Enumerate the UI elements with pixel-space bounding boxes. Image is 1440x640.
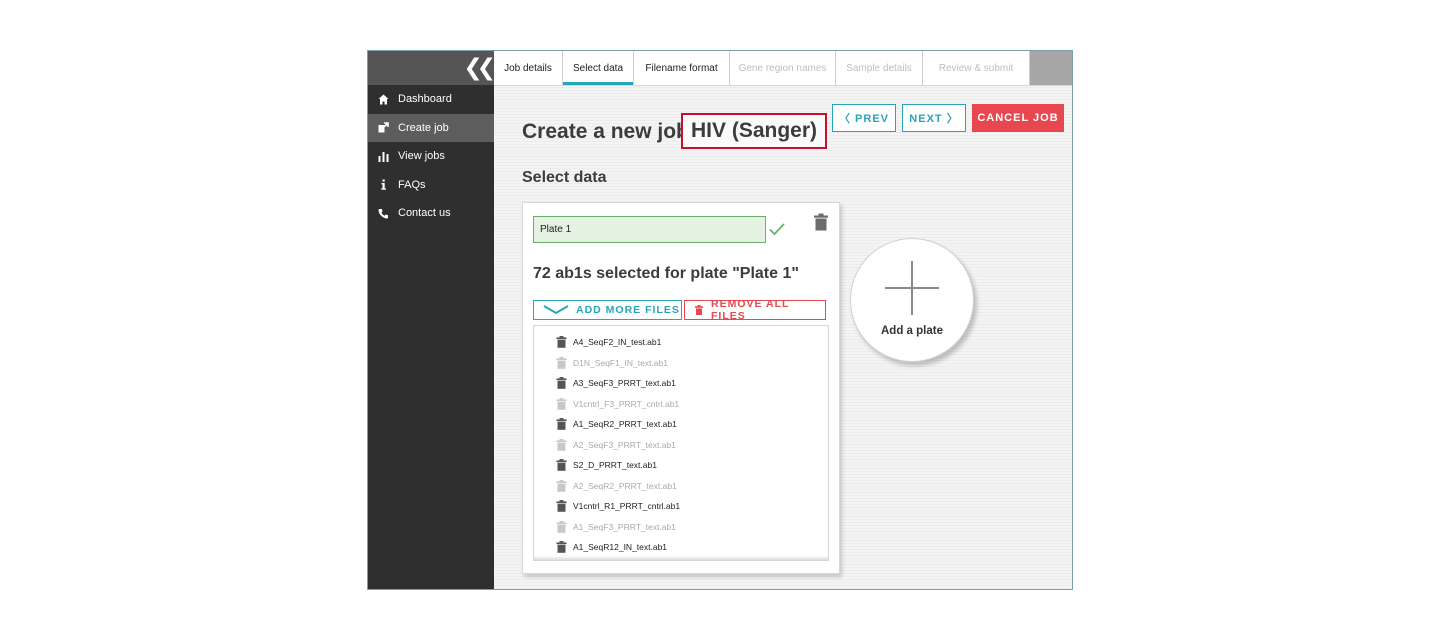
create-job-icon [377, 122, 389, 134]
file-name: A4_SeqF2_IN_test.ab1 [573, 337, 662, 347]
prev-button[interactable]: 〈 PREV [832, 104, 896, 132]
file-list-item: V1cntrl_F3_PRRT_cntrl.ab1 [556, 396, 679, 412]
sidebar-nav: Dashboard Create job View jobs FAQs Cont… [368, 85, 494, 228]
add-plate-label: Add a plate [881, 325, 943, 337]
home-icon [377, 93, 389, 105]
tab-select-data[interactable]: Select data [563, 51, 634, 85]
tab-label: Filename format [645, 62, 718, 74]
plate-card: 72 ab1s selected for plate "Plate 1" ADD… [522, 202, 840, 574]
file-list-item: D1N_SeqF1_IN_text.ab1 [556, 355, 668, 371]
trash-icon[interactable] [556, 418, 567, 430]
file-list[interactable]: A4_SeqF2_IN_test.ab1 D1N_SeqF1_IN_text.ab… [533, 325, 829, 561]
file-list-item: A1_SeqR2_PRRT_text.ab1 [556, 416, 677, 432]
main-content: Create a new job HIV (Sanger) 〈 PREV NEX… [494, 86, 1072, 589]
delete-plate-icon[interactable] [813, 213, 829, 231]
sidebar-item-label: Contact us [398, 207, 451, 219]
tab-review-submit: Review & submit [923, 51, 1030, 85]
sidebar-item-create-job[interactable]: Create job [368, 113, 494, 142]
file-list-item: S2_D_PRRT_text.ab1 [556, 457, 657, 473]
trash-icon[interactable] [556, 397, 567, 410]
next-button[interactable]: NEXT 〉 [902, 104, 966, 132]
tab-job-details[interactable]: Job details [494, 51, 563, 85]
chevron-down-icon [542, 304, 570, 319]
trash-icon[interactable] [556, 479, 567, 492]
check-icon [768, 221, 786, 237]
trash-icon [695, 305, 703, 318]
sidebar-collapse-button[interactable]: ❮❮ [368, 51, 496, 85]
file-list-item: A1_SeqF3_PRRT_text.ab1 [556, 519, 676, 535]
file-list-item: A3_SeqF3_PRRT_text.ab1 [556, 375, 676, 391]
plus-icon [885, 261, 939, 315]
sidebar-item-label: Create job [398, 121, 449, 134]
sidebar: ❮❮ Dashboard Create job View jobs FAQs C… [368, 51, 496, 589]
bar-chart-icon [377, 150, 389, 162]
page-title: Create a new job [522, 120, 689, 143]
file-name: A2_SeqF3_PRRT_text.ab1 [573, 439, 676, 450]
add-plate-button[interactable]: Add a plate [850, 238, 974, 362]
file-list-item: A2_SeqF3_PRRT_text.ab1 [556, 437, 676, 453]
plate-name-input[interactable] [533, 216, 766, 243]
file-list-item: V1cntrl_R1_PRRT_cntrl.ab1 [556, 498, 680, 514]
cancel-job-button[interactable]: CANCEL JOB [972, 104, 1064, 132]
file-name: V1cntrl_R1_PRRT_cntrl.ab1 [573, 501, 681, 511]
sidebar-item-label: Dashboard [398, 93, 452, 105]
info-icon [377, 179, 389, 191]
remove-all-files-label: REMOVE ALL FILES [711, 298, 790, 322]
file-name: A3_SeqF3_PRRT_text.ab1 [573, 378, 676, 388]
remove-all-files-button[interactable]: REMOVE ALL FILES [684, 298, 826, 322]
tab-label: Review & submit [938, 62, 1014, 74]
tab-sample-details: Sample details [836, 51, 923, 85]
sidebar-item-faqs[interactable]: FAQs [368, 171, 494, 200]
trash-icon[interactable] [556, 500, 567, 512]
file-list-item: A4_SeqF2_IN_test.ab1 [556, 334, 661, 350]
file-list-item: A1_SeqR12_IN_text.ab1 [556, 539, 667, 555]
tab-label: Select data [572, 62, 624, 74]
trash-icon[interactable] [556, 377, 567, 389]
double-chevron-left-icon: ❮❮ [463, 54, 495, 80]
sidebar-item-contact-us[interactable]: Contact us [368, 199, 494, 228]
sidebar-item-label: FAQs [398, 178, 426, 191]
file-name: A1_SeqF3_PRRT_text.ab1 [573, 521, 676, 532]
trash-icon[interactable] [556, 520, 567, 533]
job-type-label: HIV (Sanger) [681, 113, 828, 149]
file-name: A2_SeqR2_PRRT_text.ab1 [573, 480, 677, 491]
sidebar-item-dashboard[interactable]: Dashboard [368, 85, 494, 114]
file-name: V1cntrl_F3_PRRT_cntrl.ab1 [573, 398, 680, 409]
tab-label: Sample details [846, 62, 912, 74]
phone-icon [377, 207, 389, 219]
trash-icon[interactable] [556, 459, 567, 471]
wizard-tabs: Job details Select data Filename format … [494, 51, 1072, 85]
file-name: A1_SeqR12_IN_text.ab1 [573, 542, 668, 552]
section-title: Select data [522, 169, 607, 186]
trash-icon[interactable] [556, 356, 567, 369]
sidebar-item-view-jobs[interactable]: View jobs [368, 142, 494, 171]
app-window: ❮❮ Dashboard Create job View jobs FAQs C… [367, 50, 1073, 590]
selected-files-summary: 72 ab1s selected for plate "Plate 1" [533, 265, 799, 282]
tab-label: Job details [504, 62, 552, 74]
sidebar-item-label: View jobs [398, 150, 445, 162]
trash-icon[interactable] [556, 336, 567, 348]
file-name: S2_D_PRRT_text.ab1 [573, 460, 657, 470]
file-name: D1N_SeqF1_IN_text.ab1 [573, 357, 668, 368]
tab-label: Gene region names [738, 62, 827, 74]
file-name: A1_SeqR2_PRRT_text.ab1 [573, 419, 677, 429]
tab-gene-region-names: Gene region names [730, 51, 836, 85]
add-more-files-button[interactable]: ADD MORE FILES [533, 300, 682, 320]
add-more-files-label: ADD MORE FILES [576, 304, 680, 316]
trash-icon[interactable] [556, 438, 567, 451]
tab-filename-format[interactable]: Filename format [634, 51, 730, 85]
trash-icon[interactable] [556, 541, 567, 553]
file-list-item: A2_SeqR2_PRRT_text.ab1 [556, 478, 677, 494]
tabs-filler [1030, 51, 1072, 85]
